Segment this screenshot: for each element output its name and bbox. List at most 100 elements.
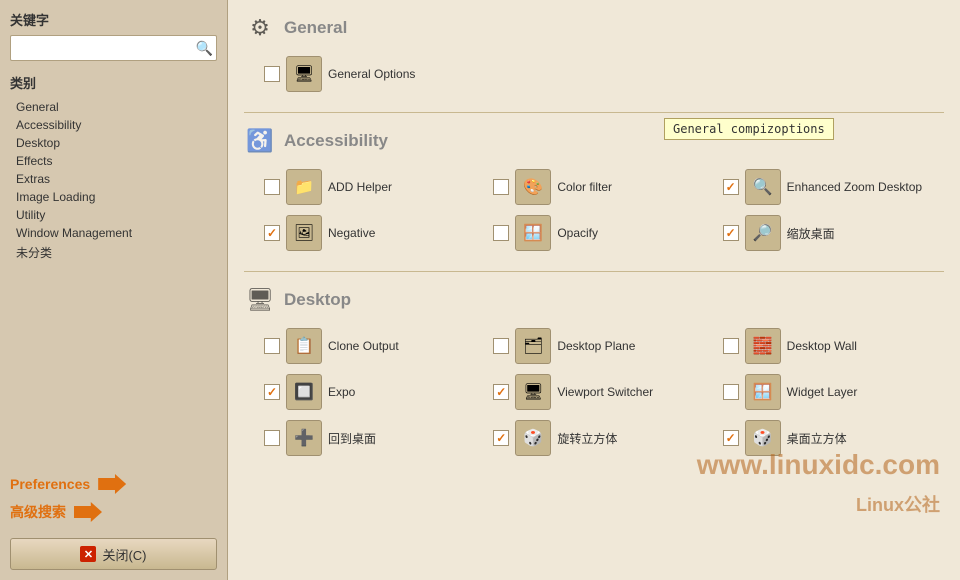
icon-viewport-switcher: 🖥 — [515, 374, 551, 410]
section-icon-accessibility: ♿ — [244, 125, 276, 157]
tooltip: General compizoptions — [664, 118, 834, 140]
sidebar-nav-item[interactable]: Image Loading — [10, 188, 217, 206]
preferences-link[interactable]: Preferences — [10, 474, 217, 494]
section-title-accessibility: Accessibility — [284, 131, 388, 151]
category-label: 类别 — [10, 73, 217, 92]
label-back-desktop[interactable]: 回到桌面 — [328, 430, 376, 447]
icon-zoom-desktop: 🔎 — [745, 215, 781, 251]
sidebar: 关键字 🔍 类别 GeneralAccessibilityDesktopEffe… — [0, 0, 228, 580]
label-color-filter[interactable]: Color filter — [557, 180, 612, 194]
section-desktop: 🖥 Desktop 📋 Clone Output 🗂 Desktop Plane 🧱 Desk… — [244, 284, 944, 456]
label-clone-output[interactable]: Clone Output — [328, 339, 399, 353]
sidebar-nav-item[interactable]: Accessibility — [10, 116, 217, 134]
close-button[interactable]: ✕ 关闭(C) — [10, 538, 217, 570]
label-enhanced-zoom[interactable]: Enhanced Zoom Desktop — [787, 180, 922, 194]
item-cell-back-desktop: ➕ 回到桌面 — [264, 420, 485, 456]
label-desktop-wall[interactable]: Desktop Wall — [787, 339, 857, 353]
section-accessibility: ♿ Accessibility 📁 ADD Helper 🎨Color filter 🔍 E… — [244, 125, 944, 272]
checkbox-opacify[interactable] — [493, 225, 509, 241]
icon-expo: 🔲 — [286, 374, 322, 410]
item-cell-desktop-cube: 🎲 桌面立方体 — [723, 420, 944, 456]
items-grid-accessibility: 📁 ADD Helper 🎨Color filter 🔍 Enhanced Zoom D… — [244, 169, 944, 251]
advanced-search-link[interactable]: 高级搜索 — [10, 502, 217, 522]
label-desktop-plane[interactable]: Desktop Plane — [557, 339, 635, 353]
checkbox-zoom-desktop[interactable] — [723, 225, 739, 241]
sidebar-nav-item[interactable]: 未分类 — [10, 242, 217, 263]
keyword-label: 关键字 — [10, 10, 217, 29]
checkbox-desktop-plane[interactable] — [493, 338, 509, 354]
checkbox-general-options[interactable] — [264, 66, 280, 82]
items-grid-desktop: 📋 Clone Output 🗂 Desktop Plane 🧱 Desktop Wall… — [244, 328, 944, 456]
checkbox-expo[interactable] — [264, 384, 280, 400]
checkbox-clone-output[interactable] — [264, 338, 280, 354]
icon-back-desktop: ➕ — [286, 420, 322, 456]
label-negative[interactable]: Negative — [328, 226, 375, 240]
checkbox-enhanced-zoom[interactable] — [723, 179, 739, 195]
search-input[interactable] — [10, 35, 217, 61]
item-cell-clone-output: 📋 Clone Output — [264, 328, 485, 364]
icon-desktop-plane: 🗂 — [515, 328, 551, 364]
icon-clone-output: 📋 — [286, 328, 322, 364]
item-cell-expo: 🔲 Expo — [264, 374, 485, 410]
section-icon-desktop: 🖥 — [244, 284, 276, 316]
checkbox-add-helper[interactable] — [264, 179, 280, 195]
section-header-accessibility: ♿ Accessibility — [244, 125, 944, 157]
close-label: 关闭(C) — [102, 545, 146, 564]
label-desktop-cube[interactable]: 桌面立方体 — [787, 430, 847, 447]
icon-enhanced-zoom: 🔍 — [745, 169, 781, 205]
item-cell-widget-layer: 🪟Widget Layer — [723, 374, 944, 410]
checkbox-desktop-cube[interactable] — [723, 430, 739, 446]
checkbox-color-filter[interactable] — [493, 179, 509, 195]
label-viewport-switcher[interactable]: Viewport Switcher — [557, 385, 653, 399]
checkbox-viewport-switcher[interactable] — [493, 384, 509, 400]
icon-negative: 🖼 — [286, 215, 322, 251]
item-cell-enhanced-zoom: 🔍 Enhanced Zoom Desktop — [723, 169, 944, 205]
sidebar-nav-item[interactable]: Extras — [10, 170, 217, 188]
item-cell-desktop-wall: 🧱 Desktop Wall — [723, 328, 944, 364]
section-title-general: General — [284, 18, 347, 38]
item-cell-add-helper: 📁 ADD Helper — [264, 169, 485, 205]
checkbox-negative[interactable] — [264, 225, 280, 241]
preferences-arrow-icon — [98, 474, 126, 494]
advanced-search-label: 高级搜索 — [10, 502, 66, 522]
sidebar-nav-item[interactable]: Utility — [10, 206, 217, 224]
section-icon-general: ⚙ — [244, 12, 276, 44]
sidebar-nav-item[interactable]: General — [10, 98, 217, 116]
label-opacify[interactable]: Opacify — [557, 226, 598, 240]
label-expo[interactable]: Expo — [328, 385, 355, 399]
icon-desktop-cube: 🎲 — [745, 420, 781, 456]
search-clear-button[interactable]: 🔍 — [196, 41, 213, 55]
checkbox-rotate-cube[interactable] — [493, 430, 509, 446]
main-content: General compizoptions ⚙ General 🖥 General O… — [228, 0, 960, 580]
category-nav: GeneralAccessibilityDesktopEffectsExtras… — [10, 98, 217, 263]
item-cell-opacify: 🪟 Opacify — [493, 215, 714, 251]
label-rotate-cube[interactable]: 旋转立方体 — [557, 430, 617, 447]
item-cell-color-filter: 🎨Color filter — [493, 169, 714, 205]
icon-desktop-wall: 🧱 — [745, 328, 781, 364]
item-cell-desktop-plane: 🗂 Desktop Plane — [493, 328, 714, 364]
sidebar-nav-item[interactable]: Effects — [10, 152, 217, 170]
search-container: 🔍 — [10, 35, 217, 61]
sidebar-nav-item[interactable]: Desktop — [10, 134, 217, 152]
watermark: www.linuxidc.com Linux公社 — [697, 447, 940, 520]
checkbox-widget-layer[interactable] — [723, 384, 739, 400]
advanced-search-arrow-icon — [74, 502, 102, 522]
section-separator — [244, 271, 944, 272]
icon-rotate-cube: 🎲 — [515, 420, 551, 456]
label-add-helper[interactable]: ADD Helper — [328, 180, 392, 194]
label-zoom-desktop[interactable]: 缩放桌面 — [787, 225, 835, 242]
icon-add-helper: 📁 — [286, 169, 322, 205]
item-cell-rotate-cube: 🎲 旋转立方体 — [493, 420, 714, 456]
sidebar-nav-item[interactable]: Window Management — [10, 224, 217, 242]
checkbox-back-desktop[interactable] — [264, 430, 280, 446]
section-title-desktop: Desktop — [284, 290, 351, 310]
preferences-label: Preferences — [10, 476, 90, 492]
label-general-options[interactable]: General Options — [328, 67, 415, 81]
section-separator — [244, 112, 944, 113]
label-widget-layer[interactable]: Widget Layer — [787, 385, 858, 399]
icon-opacify: 🪟 — [515, 215, 551, 251]
item-cell-negative: 🖼 Negative — [264, 215, 485, 251]
section-header-general: ⚙ General — [244, 12, 944, 44]
item-cell-zoom-desktop: 🔎 缩放桌面 — [723, 215, 944, 251]
checkbox-desktop-wall[interactable] — [723, 338, 739, 354]
